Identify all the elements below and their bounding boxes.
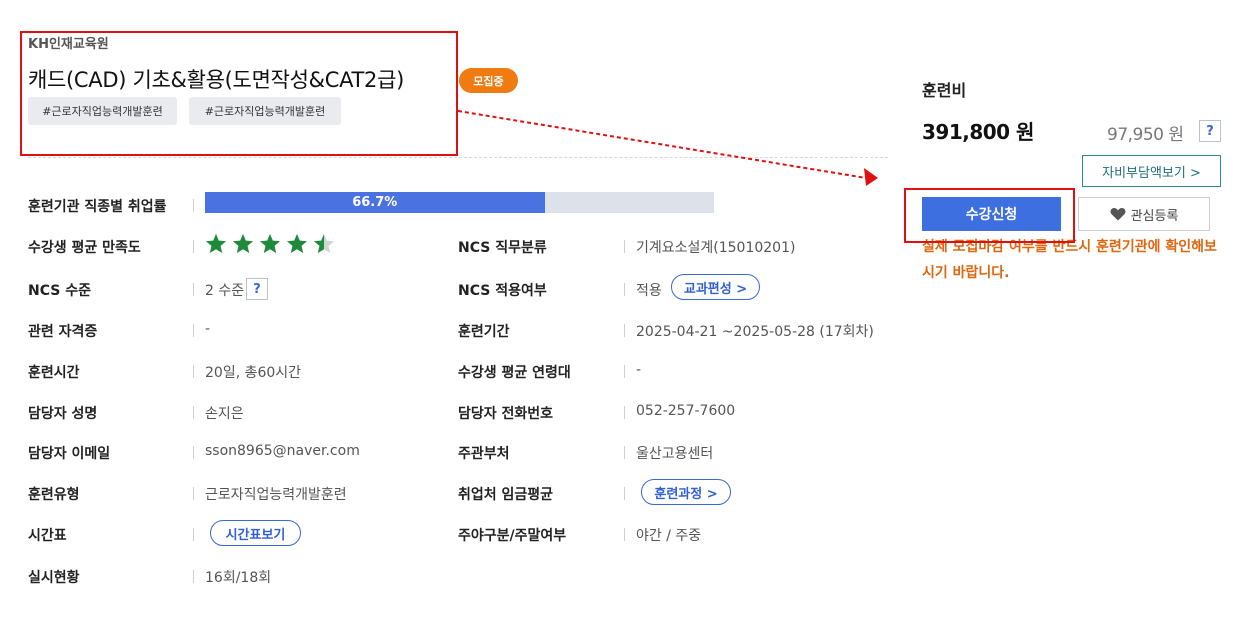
divider — [624, 283, 625, 296]
satisfaction-label: 수강생 평균 만족도 — [28, 240, 141, 256]
avg-age-value: - — [636, 362, 642, 378]
title-annotation-box — [20, 31, 458, 156]
manager-email-label: 담당자 이메일 — [28, 446, 111, 462]
divider — [193, 240, 194, 253]
divider — [193, 446, 194, 459]
supervisor-value: 울산고용센터 — [636, 446, 714, 462]
manager-name-value: 손지은 — [205, 406, 244, 422]
status-value: 16회/18회 — [205, 570, 272, 586]
employment-rate-label: 훈련기관 직종별 취업률 — [28, 199, 167, 215]
ncs-level-help-button[interactable]: ? — [246, 278, 268, 300]
self-pay-button[interactable]: 자비부담액보기 > — [1082, 155, 1221, 187]
star-icon — [287, 234, 307, 253]
satisfaction-stars — [205, 233, 335, 254]
timetable-label: 시간표 — [28, 528, 67, 544]
day-night-value: 야간 / 주중 — [636, 528, 702, 544]
divider — [193, 406, 194, 419]
star-icon — [206, 234, 226, 253]
divider — [193, 528, 194, 541]
divider — [624, 365, 625, 378]
training-type-label: 훈련유형 — [28, 487, 80, 503]
fee-total: 391,800 원 — [922, 120, 1034, 144]
heart-icon — [1110, 208, 1126, 221]
ncs-category-value: 기계요소설계(15010201) — [636, 240, 796, 256]
star-icon — [314, 234, 334, 253]
wage-label: 취업처 임금평균 — [458, 487, 554, 503]
ncs-level-label: NCS 수준 — [28, 283, 91, 299]
ncs-applied-label: NCS 적용여부 — [458, 283, 547, 299]
hours-label: 훈련시간 — [28, 365, 80, 381]
employment-rate-value: 66.7% — [352, 195, 398, 210]
ncs-level-value: 2 수준 — [205, 283, 245, 299]
training-type-value: 근로자직업능력개발훈련 — [205, 487, 347, 503]
divider — [193, 570, 194, 583]
curriculum-button[interactable]: 교과편성 > — [671, 274, 760, 300]
divider — [193, 324, 194, 337]
ncs-applied-value: 적용 — [636, 283, 662, 299]
certificate-value: - — [205, 321, 211, 337]
divider — [624, 324, 625, 337]
manager-name-label: 담당자 성명 — [28, 406, 98, 422]
status-label: 실시현황 — [28, 570, 80, 586]
divider — [28, 157, 888, 158]
manager-phone-value: 052-257-7600 — [636, 403, 736, 419]
manager-phone-label: 담당자 전화번호 — [458, 406, 554, 422]
apply-annotation-box — [904, 188, 1075, 243]
divider — [624, 528, 625, 541]
timetable-button[interactable]: 시간표보기 — [210, 520, 301, 546]
fee-help-button[interactable]: ? — [1199, 120, 1221, 142]
favorite-label: 관심등록 — [1130, 208, 1179, 224]
employment-rate-bar: 66.7% — [205, 192, 714, 213]
divider — [193, 199, 194, 212]
ncs-category-label: NCS 직무분류 — [458, 240, 547, 256]
divider — [624, 406, 625, 419]
favorite-button[interactable]: 관심등록 — [1078, 197, 1210, 231]
day-night-label: 주야구분/주말여부 — [458, 528, 567, 544]
divider — [193, 487, 194, 500]
training-course-button[interactable]: 훈련과정 > — [641, 479, 731, 505]
divider — [193, 283, 194, 296]
divider — [193, 365, 194, 378]
star-icon — [260, 234, 280, 253]
period-label: 훈련기간 — [458, 324, 510, 340]
supervisor-label: 주관부처 — [458, 446, 510, 462]
divider — [624, 446, 625, 459]
star-icon — [233, 234, 253, 253]
status-badge: 모집중 — [459, 68, 518, 93]
fee-self-pay: 97,950 원 — [1107, 125, 1184, 145]
avg-age-label: 수강생 평균 연령대 — [458, 365, 571, 381]
divider — [624, 240, 625, 253]
divider — [624, 487, 625, 500]
manager-email-value: sson8965@naver.com — [205, 443, 360, 459]
fee-label: 훈련비 — [922, 81, 967, 100]
period-value: 2025-04-21 ~2025-05-28 (17회차) — [636, 324, 874, 340]
certificate-label: 관련 자격증 — [28, 324, 98, 340]
hours-value: 20일, 총60시간 — [205, 365, 302, 381]
